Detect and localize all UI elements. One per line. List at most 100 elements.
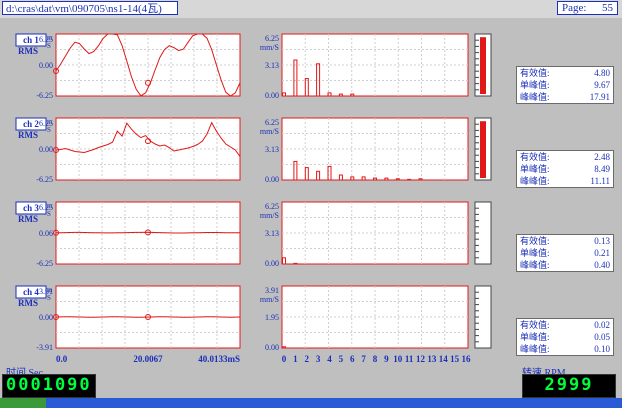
taskbar: [0, 398, 622, 408]
freq-axis-tick: 0: [282, 354, 287, 364]
freq-axis-tick: 12: [416, 354, 426, 364]
ch4-stat-key: 有效值:: [520, 320, 550, 330]
ch4-stat-row: 单峰值: 0.05: [517, 331, 613, 343]
ch3-label: ch 3: [23, 203, 39, 213]
ch2-spec-tick-mid: 3.13: [265, 145, 279, 154]
ch4-stat-value: 0.10: [594, 344, 610, 354]
freq-axis-tick: 8: [373, 354, 378, 364]
ch1-spec-tick-top: 6.25: [265, 34, 279, 43]
ch1-stats-panel: 有效值: 4.80 单峰值: 9.67 峰峰值: 17.91: [516, 66, 614, 104]
ch3-stat-key: 有效值:: [520, 236, 550, 246]
ch4-stat-row: 峰峰值: 0.10: [517, 343, 613, 355]
ch2-wave-tick-top: 6.25: [39, 119, 53, 128]
ch1-stat-row: 有效值: 4.80: [517, 67, 613, 79]
ch1-stat-value: 4.80: [594, 68, 610, 78]
ch1-level-fill: [480, 37, 486, 94]
ch3-rms-label: RMS: [18, 214, 38, 224]
ch3-spec-tick-mid: 3.13: [265, 229, 279, 238]
ch2-level-fill: [480, 121, 486, 178]
ch3-stat-row: 单峰值: 0.21: [517, 247, 613, 259]
ch4-wave-tick-bottom: -3.91: [36, 343, 53, 352]
time-axis-tick: 20.0067: [133, 354, 163, 364]
freq-axis-tick: 2: [305, 354, 310, 364]
ch4-spec-unit: mm/S: [260, 295, 279, 304]
start-button[interactable]: [0, 398, 46, 408]
ch3-stat-value: 0.21: [594, 248, 610, 258]
ch1-spec-tick-mid: 3.13: [265, 61, 279, 70]
ch2-stat-value: 8.49: [594, 164, 610, 174]
freq-axis-tick: 14: [439, 354, 449, 364]
ch2-stat-value: 2.48: [594, 152, 610, 162]
ch1-rms-label: RMS: [18, 46, 38, 56]
ch3-stats-panel: 有效值: 0.13 单峰值: 0.21 峰峰值: 0.40: [516, 234, 614, 272]
ch2-stat-key: 单峰值:: [520, 164, 550, 174]
ch2-stat-value: 11.11: [590, 176, 610, 186]
ch3-wave-tick-top: 6.25: [39, 203, 53, 212]
freq-axis-tick: 6: [350, 354, 355, 364]
ch3-stat-row: 峰峰值: 0.40: [517, 259, 613, 271]
ch1-stat-value: 17.91: [589, 92, 610, 102]
freq-axis-tick: 9: [384, 354, 389, 364]
ch2-spec-tick-top: 6.25: [265, 118, 279, 127]
ch1-stat-key: 有效值:: [520, 68, 550, 78]
ch4-spec-tick-bottom: 0.00: [265, 343, 279, 352]
page-indicator: Page: 55: [557, 1, 618, 15]
time-axis-tick: 40.0133mS: [198, 354, 240, 364]
ch2-stat-key: 有效值:: [520, 152, 550, 162]
ch2-spec-unit: mm/S: [260, 127, 279, 136]
page-label: Page:: [562, 2, 587, 14]
ch2-rms-label: RMS: [18, 130, 38, 140]
ch4-wave-tick-top: 3.91: [39, 287, 53, 296]
ch1-spec-tick-bottom: 0.00: [265, 91, 279, 100]
ch2-spectrum-bar: [407, 178, 412, 181]
ch4-stat-key: 单峰值:: [520, 332, 550, 342]
ch1-spec-unit: mm/S: [260, 43, 279, 52]
ch1-wave-tick-top: 6.25: [39, 35, 53, 44]
ch1-stat-row: 单峰值: 9.67: [517, 79, 613, 91]
ch1-label: ch 1: [23, 35, 39, 45]
ch4-wave-tick-mid: 0.00: [39, 313, 53, 322]
ch1-wave-tick-bottom: -6.25: [36, 91, 53, 100]
ch4-stats-panel: 有效值: 0.02 单峰值: 0.05 峰峰值: 0.10: [516, 318, 614, 356]
freq-axis-tick: 1: [293, 354, 298, 364]
ch2-wave-tick-mid: 0.00: [39, 145, 53, 154]
ch3-stat-key: 单峰值:: [520, 248, 550, 258]
rpm-counter: 2999: [522, 374, 616, 398]
ch1-stat-value: 9.67: [594, 80, 610, 90]
ch3-stat-row: 有效值: 0.13: [517, 235, 613, 247]
ch3-wave-tick-mid: 0.06: [39, 229, 53, 238]
ch1-stat-row: 峰峰值: 17.91: [517, 91, 613, 103]
ch3-spectrum-bar: [293, 262, 298, 265]
freq-axis-tick: 11: [405, 354, 414, 364]
ch3-stat-value: 0.40: [594, 260, 610, 270]
ch3-stat-value: 0.13: [594, 236, 610, 246]
time-axis-tick: 0.0: [56, 354, 68, 364]
ch4-stat-value: 0.05: [594, 332, 610, 342]
ch3-spec-unit: mm/S: [260, 211, 279, 220]
ch4-label: ch 4: [23, 287, 39, 297]
ch4-rms-label: RMS: [18, 298, 38, 308]
freq-axis-tick: 3: [316, 354, 321, 364]
ch3-stat-key: 峰峰值:: [520, 260, 550, 270]
ch2-spec-tick-bottom: 0.00: [265, 175, 279, 184]
ch4-stat-row: 有效值: 0.02: [517, 319, 613, 331]
ch2-stat-key: 峰峰值:: [520, 176, 550, 186]
ch1-stat-key: 峰峰值:: [520, 92, 550, 102]
freq-axis-tick: 5: [339, 354, 344, 364]
ch2-label: ch 2: [23, 119, 39, 129]
analyzer-panel: ch 1 RMS m S 6.25 0.00 -6.25 6.25 mm/S 3.13 0.00 ch…: [0, 18, 622, 390]
ch3-wave-tick-bottom: -6.25: [36, 259, 53, 268]
ch2-stats-panel: 有效值: 2.48 单峰值: 8.49 峰峰值: 11.11: [516, 150, 614, 188]
ch4-spec-tick-top: 3.91: [265, 286, 279, 295]
ch1-wave-tick-mid: 0.00: [39, 61, 53, 70]
ch3-spec-tick-bottom: 0.00: [265, 259, 279, 268]
ch2-stat-row: 单峰值: 8.49: [517, 163, 613, 175]
ch2-stat-row: 峰峰值: 11.11: [517, 175, 613, 187]
ch4-stat-key: 峰峰值:: [520, 344, 550, 354]
freq-axis-tick: 10: [393, 354, 403, 364]
freq-axis-tick: 7: [361, 354, 366, 364]
ch2-stat-row: 有效值: 2.48: [517, 151, 613, 163]
ch1-stat-key: 单峰值:: [520, 80, 550, 90]
freq-axis-tick: 13: [427, 354, 437, 364]
freq-axis-tick: 15: [450, 354, 460, 364]
